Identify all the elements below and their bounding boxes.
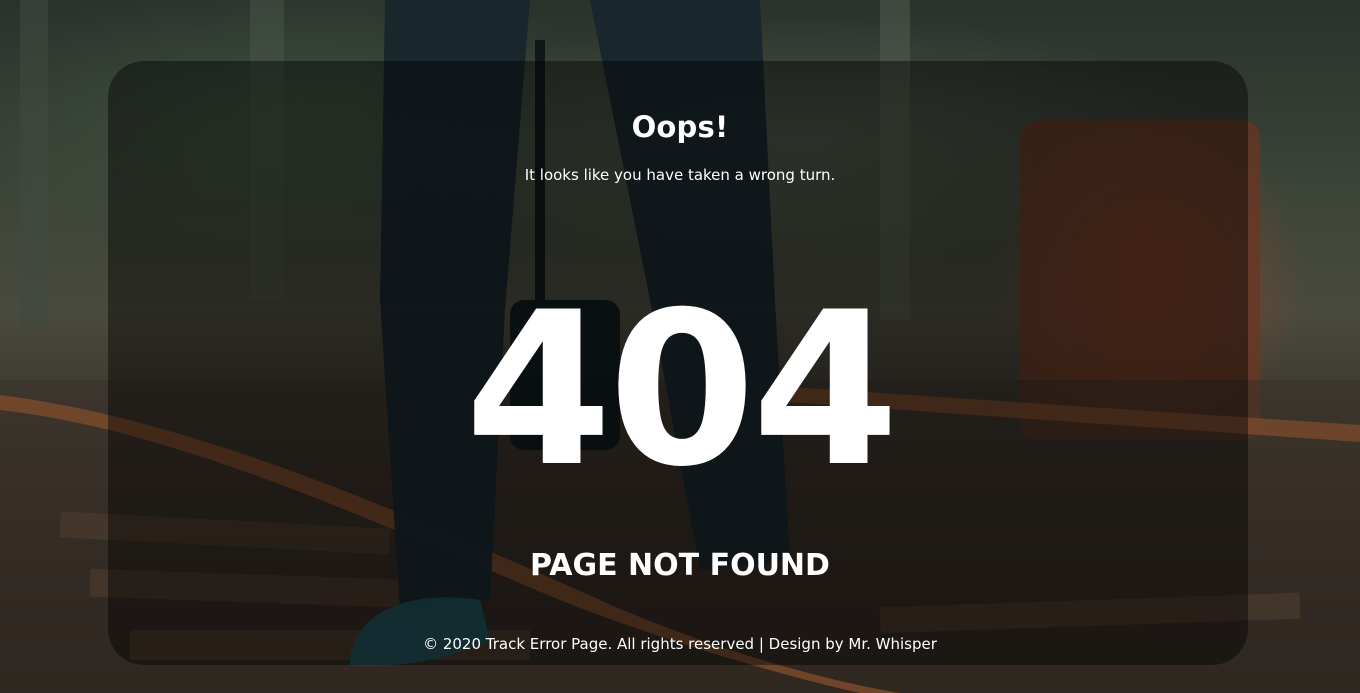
- error-message: PAGE NOT FOUND: [530, 548, 830, 583]
- error-code: 404: [464, 266, 900, 513]
- page-subheading: It looks like you have taken a wrong tur…: [524, 166, 836, 184]
- page-heading: Oops!: [631, 110, 729, 144]
- footer-copyright: © 2020 Track Error Page. All rights rese…: [423, 635, 937, 653]
- error-page: Oops! It looks like you have taken a wro…: [0, 0, 1360, 693]
